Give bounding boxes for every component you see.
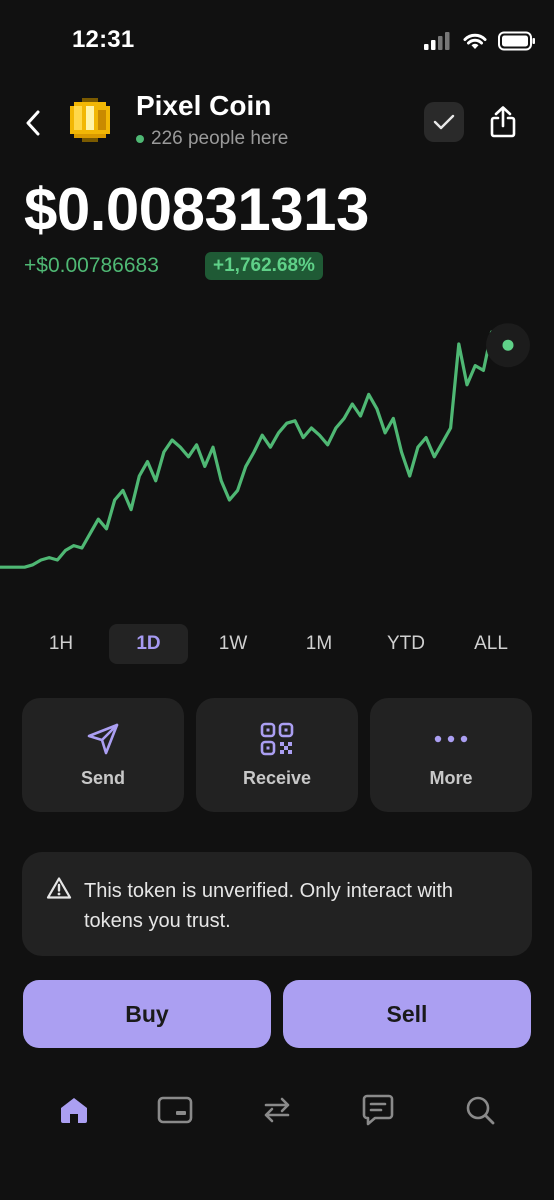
timeframe-1d[interactable]: 1D [109, 624, 188, 664]
nav-home[interactable] [52, 1088, 96, 1132]
chart-endpoint-dot [502, 339, 514, 351]
wallet-card-icon [157, 1096, 193, 1124]
more-button[interactable]: More [370, 698, 532, 812]
status-time: 12:31 [72, 26, 135, 53]
send-button[interactable]: Send [22, 698, 184, 812]
pixel-coin-avatar [70, 98, 110, 142]
more-dots-icon [434, 735, 468, 743]
timeframe-1m[interactable]: 1M [290, 624, 348, 664]
nav-messages[interactable] [356, 1088, 400, 1132]
search-icon [466, 1096, 495, 1125]
verify-check-button[interactable] [424, 102, 464, 142]
send-icon-wrap [22, 720, 184, 758]
timeframe-1w[interactable]: 1W [204, 624, 262, 664]
warning-triangle-icon [46, 877, 72, 899]
more-icon-wrap [370, 720, 532, 758]
sell-button[interactable]: Sell [283, 980, 531, 1048]
online-dot-icon [136, 135, 144, 143]
battery-icon [498, 31, 535, 51]
warning-text: This token is unverified. Only interact … [84, 880, 454, 932]
pixel-coin-icon [70, 98, 110, 142]
current-price: $0.00831313 [24, 176, 369, 243]
unverified-token-warning: This token is unverified. Only interact … [22, 852, 532, 956]
share-icon [490, 106, 516, 138]
nav-swap[interactable] [255, 1088, 299, 1132]
status-icons [424, 28, 536, 54]
share-button[interactable] [484, 100, 522, 144]
nav-search[interactable] [458, 1088, 502, 1132]
swap-icon [264, 1097, 290, 1123]
price-chart[interactable] [0, 310, 554, 600]
send-label: Send [80, 768, 125, 788]
buy-button[interactable]: Buy [23, 980, 271, 1048]
price-line [0, 330, 510, 569]
timeframe-selector: 1H 1D 1W 1M YTD ALL [18, 624, 536, 664]
coin-name: Pixel Coin [136, 90, 272, 121]
back-button[interactable] [18, 104, 48, 142]
messages-icon [362, 1094, 394, 1126]
receive-button[interactable]: Receive [196, 698, 358, 812]
timeframe-1h[interactable]: 1H [32, 624, 90, 664]
receive-icon-wrap [196, 720, 358, 758]
timeframe-ytd[interactable]: YTD [373, 624, 439, 664]
wifi-icon [463, 33, 487, 49]
checkmark-icon [433, 114, 455, 130]
price-change: +$0.00786683 [24, 254, 159, 277]
nav-wallet[interactable] [153, 1088, 197, 1132]
price-change-percent-badge: +1,762.68% [205, 252, 323, 280]
send-icon [87, 723, 119, 755]
timeframe-all[interactable]: ALL [462, 624, 520, 664]
presence-text: 226 people here [151, 128, 289, 149]
qr-code-icon [260, 722, 294, 756]
home-icon [61, 1098, 87, 1123]
cellular-signal-icon [424, 32, 450, 50]
receive-label: Receive [242, 768, 312, 788]
more-label: More [429, 768, 473, 788]
chevron-left-icon [26, 110, 40, 136]
presence-indicator[interactable]: 226 people here [136, 128, 288, 150]
